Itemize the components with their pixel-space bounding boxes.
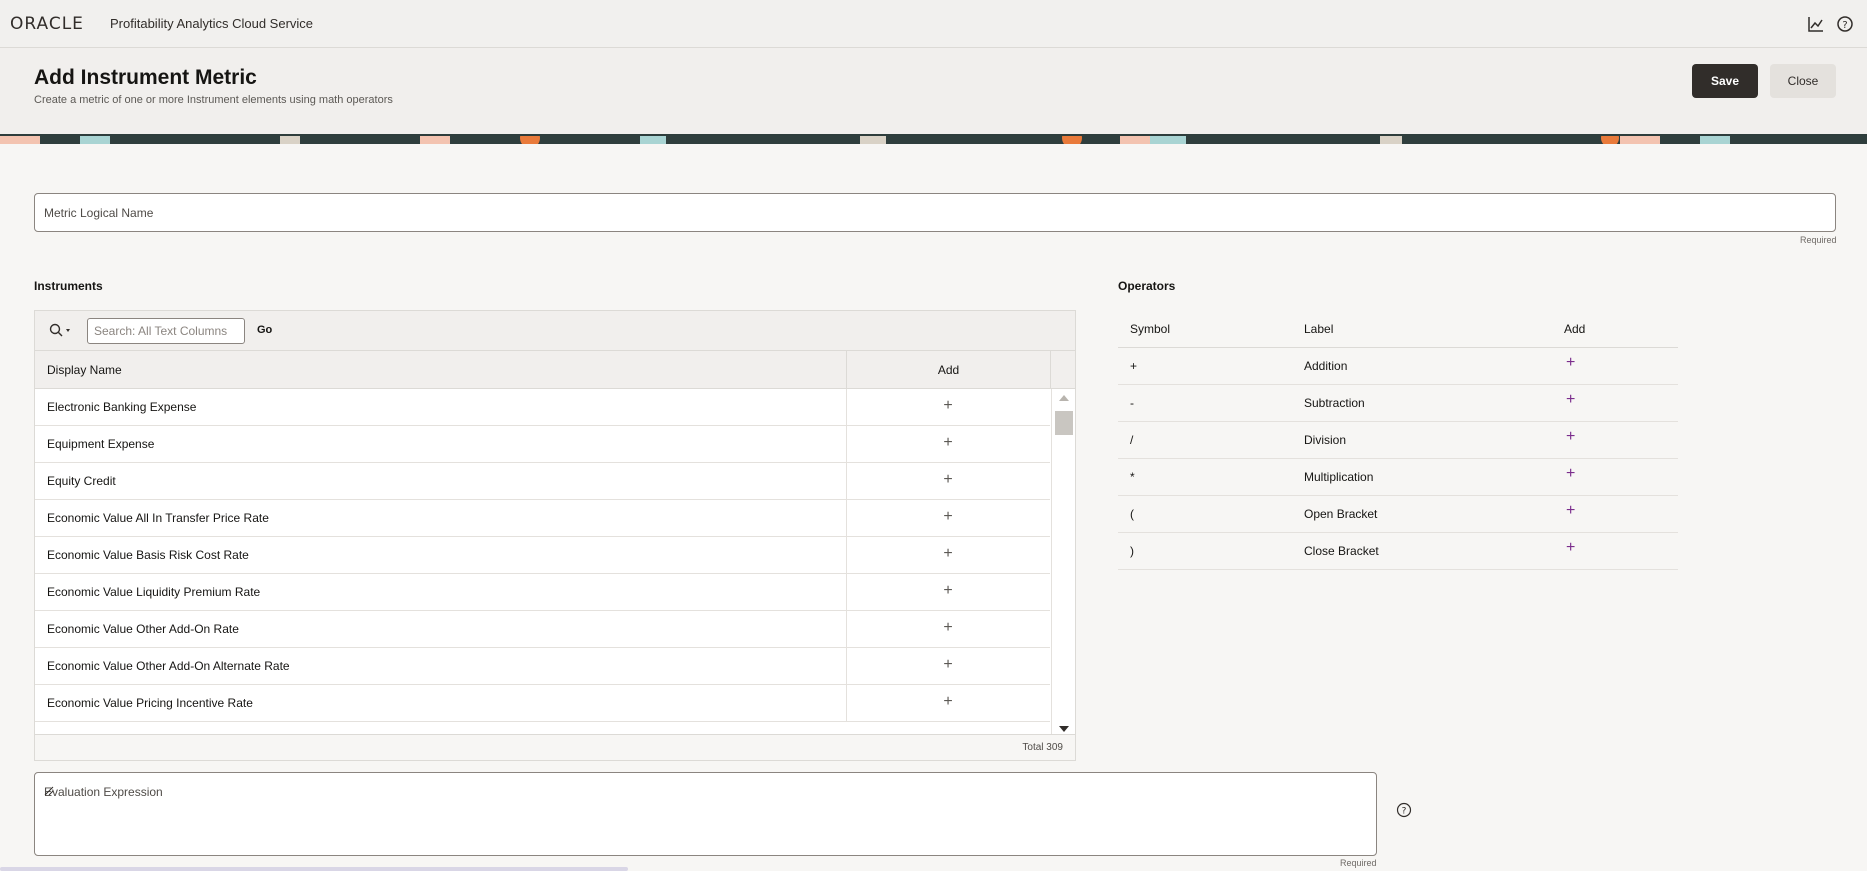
instrument-search-input[interactable]: Search: All Text Columns bbox=[87, 318, 245, 344]
column-header-display-name[interactable]: Display Name bbox=[35, 351, 847, 389]
add-operator-button[interactable]: + bbox=[1566, 428, 1575, 446]
column-header-add[interactable]: Add bbox=[847, 351, 1051, 389]
metric-logical-name-input[interactable]: Metric Logical Name bbox=[34, 193, 1836, 232]
operator-row[interactable]: * Multiplication + bbox=[1118, 459, 1678, 496]
column-header-label: Label bbox=[1304, 322, 1334, 336]
app-name: Profitability Analytics Cloud Service bbox=[110, 16, 314, 31]
instruments-toolbar: Search: All Text Columns Go bbox=[35, 311, 1075, 351]
scroll-up-icon bbox=[1059, 395, 1069, 401]
add-operator-button[interactable]: + bbox=[1566, 465, 1575, 483]
instrument-name: Economic Value Pricing Incentive Rate bbox=[47, 696, 253, 710]
column-header-add: Add bbox=[1564, 322, 1586, 336]
analytics-chart-icon[interactable] bbox=[1806, 14, 1826, 34]
add-instrument-button[interactable]: + bbox=[941, 434, 955, 452]
table-row[interactable]: Electronic Banking Expense + bbox=[35, 389, 1050, 426]
table-row[interactable]: Economic Value Basis Risk Cost Rate + bbox=[35, 537, 1050, 574]
instrument-name: Equipment Expense bbox=[47, 437, 155, 451]
expression-required-note: Required bbox=[1340, 858, 1377, 868]
page-header: Add Instrument Metric Create a metric of… bbox=[0, 48, 1867, 136]
close-button[interactable]: Close bbox=[1770, 64, 1836, 98]
go-button[interactable]: Go bbox=[257, 324, 272, 336]
operator-symbol: ) bbox=[1130, 544, 1134, 558]
decorative-banner bbox=[0, 134, 1867, 144]
resize-handle-icon[interactable] bbox=[44, 785, 54, 796]
operator-row[interactable]: ) Close Bracket + bbox=[1118, 533, 1678, 570]
operators-header: Symbol Label Add bbox=[1118, 310, 1678, 348]
operator-row[interactable]: + Addition + bbox=[1118, 348, 1678, 385]
table-row[interactable]: Equity Credit + bbox=[35, 463, 1050, 500]
instrument-name: Economic Value Liquidity Premium Rate bbox=[47, 585, 261, 599]
add-instrument-button[interactable]: + bbox=[941, 693, 955, 711]
add-operator-button[interactable]: + bbox=[1566, 502, 1575, 520]
metric-name-required-note: Required bbox=[1800, 235, 1837, 245]
operator-label: Addition bbox=[1304, 359, 1348, 373]
instrument-name: Equity Credit bbox=[47, 474, 116, 488]
page-title: Add Instrument Metric bbox=[34, 66, 257, 89]
operators-label: Operators bbox=[1118, 279, 1176, 293]
table-row[interactable]: Economic Value Other Add-On Alternate Ra… bbox=[35, 648, 1050, 685]
instruments-total: Total 309 bbox=[1022, 742, 1063, 753]
instrument-name: Economic Value Basis Risk Cost Rate bbox=[47, 548, 249, 562]
add-instrument-button[interactable]: + bbox=[941, 656, 955, 674]
add-instrument-button[interactable]: + bbox=[941, 397, 955, 415]
scroll-down-icon bbox=[1059, 726, 1069, 732]
expression-help-icon[interactable]: ? bbox=[1396, 802, 1412, 818]
evaluation-expression-placeholder: Evaluation Expression bbox=[44, 785, 163, 799]
operator-label: Open Bracket bbox=[1304, 507, 1378, 521]
operator-row[interactable]: / Division + bbox=[1118, 422, 1678, 459]
add-operator-button[interactable]: + bbox=[1566, 354, 1575, 372]
operator-label: Subtraction bbox=[1304, 396, 1365, 410]
save-button[interactable]: Save bbox=[1692, 64, 1758, 98]
operator-symbol: + bbox=[1130, 359, 1138, 373]
table-row[interactable]: Equipment Expense + bbox=[35, 426, 1050, 463]
column-header-spacer bbox=[1051, 351, 1075, 389]
metric-logical-name-placeholder: Metric Logical Name bbox=[44, 206, 154, 220]
add-operator-button[interactable]: + bbox=[1566, 391, 1575, 409]
svg-text:?: ? bbox=[1842, 20, 1847, 31]
operator-symbol: ( bbox=[1130, 507, 1134, 521]
search-icon[interactable] bbox=[49, 323, 73, 342]
instruments-scrollbar[interactable] bbox=[1051, 389, 1075, 734]
page-subtitle: Create a metric of one or more Instrumen… bbox=[34, 94, 393, 106]
operator-symbol: - bbox=[1130, 396, 1134, 410]
operators-table: Symbol Label Add + Addition + - Subtract… bbox=[1118, 310, 1678, 570]
add-instrument-button[interactable]: + bbox=[941, 545, 955, 563]
help-icon[interactable]: ? bbox=[1835, 14, 1855, 34]
instrument-name: Economic Value Other Add-On Alternate Ra… bbox=[47, 659, 290, 673]
table-row[interactable]: Economic Value Other Add-On Rate + bbox=[35, 611, 1050, 648]
add-instrument-button[interactable]: + bbox=[941, 508, 955, 526]
instruments-label: Instruments bbox=[34, 279, 103, 293]
operator-row[interactable]: ( Open Bracket + bbox=[1118, 496, 1678, 533]
svg-text:?: ? bbox=[1402, 807, 1407, 817]
table-row[interactable]: Economic Value Liquidity Premium Rate + bbox=[35, 574, 1050, 611]
instruments-table: Search: All Text Columns Go Display Name… bbox=[34, 310, 1076, 761]
operator-label: Multiplication bbox=[1304, 470, 1374, 484]
instruments-footer: Total 309 bbox=[35, 734, 1075, 760]
page-horizontal-scrollbar[interactable] bbox=[0, 867, 628, 871]
instrument-name: Electronic Banking Expense bbox=[47, 400, 197, 414]
instrument-name: Economic Value All In Transfer Price Rat… bbox=[47, 511, 269, 525]
add-instrument-button[interactable]: + bbox=[941, 582, 955, 600]
top-bar: ORACLE Profitability Analytics Cloud Ser… bbox=[0, 0, 1867, 48]
add-operator-button[interactable]: + bbox=[1566, 539, 1575, 557]
column-header-symbol: Symbol bbox=[1130, 322, 1171, 336]
scroll-thumb bbox=[1055, 411, 1073, 435]
operator-symbol: / bbox=[1130, 433, 1134, 447]
add-instrument-button[interactable]: + bbox=[941, 619, 955, 637]
operator-label: Close Bracket bbox=[1304, 544, 1379, 558]
table-row[interactable]: Economic Value All In Transfer Price Rat… bbox=[35, 500, 1050, 537]
add-instrument-button[interactable]: + bbox=[941, 471, 955, 489]
instrument-rows: Electronic Banking Expense + Equipment Ex… bbox=[35, 389, 1050, 734]
instrument-name: Economic Value Other Add-On Rate bbox=[47, 622, 239, 636]
table-row[interactable]: Economic Value Pricing Incentive Rate + bbox=[35, 685, 1050, 722]
operator-label: Division bbox=[1304, 433, 1347, 447]
evaluation-expression-textarea[interactable]: Evaluation Expression bbox=[34, 772, 1377, 856]
operator-row[interactable]: - Subtraction + bbox=[1118, 385, 1678, 422]
operator-symbol: * bbox=[1130, 470, 1135, 484]
oracle-logo[interactable]: ORACLE bbox=[10, 14, 84, 34]
